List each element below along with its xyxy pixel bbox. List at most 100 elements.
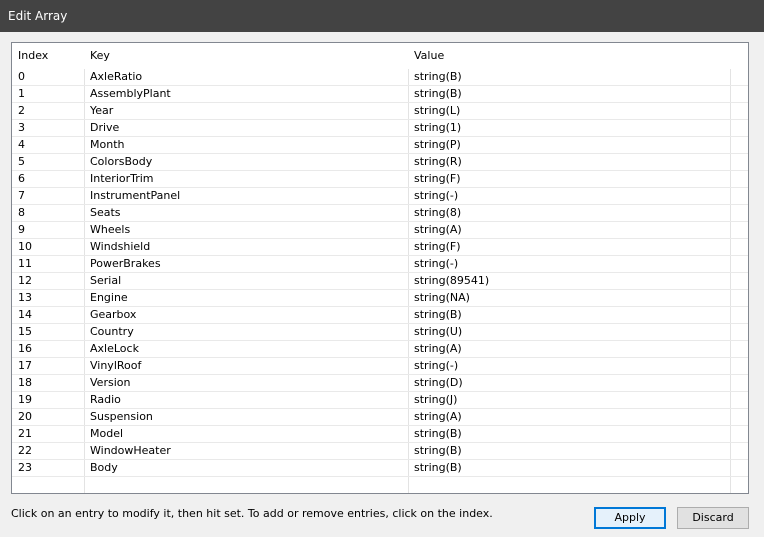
column-header-index[interactable]: Index — [12, 43, 84, 69]
key-cell[interactable]: Drive — [84, 120, 408, 136]
index-cell[interactable]: 16 — [12, 341, 84, 357]
value-cell[interactable]: string(A) — [408, 341, 730, 357]
key-cell[interactable]: InteriorTrim — [84, 171, 408, 187]
title-bar[interactable]: Edit Array — [0, 0, 764, 32]
index-cell[interactable]: 6 — [12, 171, 84, 187]
key-cell[interactable]: Year — [84, 103, 408, 119]
table-row[interactable]: 23 Body string(B) — [12, 460, 748, 477]
key-cell[interactable]: Gearbox — [84, 307, 408, 323]
index-cell[interactable]: 20 — [12, 409, 84, 425]
table-row[interactable]: 22 WindowHeater string(B) — [12, 443, 748, 460]
value-cell[interactable]: string(A) — [408, 222, 730, 238]
index-cell[interactable]: 11 — [12, 256, 84, 272]
value-cell[interactable]: string(-) — [408, 256, 730, 272]
key-cell[interactable]: AxleRatio — [84, 69, 408, 85]
table-row[interactable]: 11 PowerBrakes string(-) — [12, 256, 748, 273]
index-cell[interactable]: 10 — [12, 239, 84, 255]
table-row[interactable]: 1 AssemblyPlant string(B) — [12, 86, 748, 103]
table-row[interactable]: 19 Radio string(J) — [12, 392, 748, 409]
key-cell[interactable]: PowerBrakes — [84, 256, 408, 272]
apply-button[interactable]: Apply — [594, 507, 666, 529]
table-row[interactable]: 15 Country string(U) — [12, 324, 748, 341]
table-row[interactable]: 14 Gearbox string(B) — [12, 307, 748, 324]
value-cell[interactable]: string(B) — [408, 443, 730, 459]
array-grid[interactable]: Index Key Value 0 AxleRatio string(B) 1 Asse… — [11, 42, 749, 494]
table-row[interactable]: 10 Windshield string(F) — [12, 239, 748, 256]
key-cell[interactable]: WindowHeater — [84, 443, 408, 459]
table-row[interactable]: 9 Wheels string(A) — [12, 222, 748, 239]
key-cell[interactable]: InstrumentPanel — [84, 188, 408, 204]
value-cell[interactable]: string(-) — [408, 188, 730, 204]
index-cell[interactable]: 2 — [12, 103, 84, 119]
table-row[interactable]: 21 Model string(B) — [12, 426, 748, 443]
index-cell[interactable]: 22 — [12, 443, 84, 459]
table-row[interactable]: 3 Drive string(1) — [12, 120, 748, 137]
key-cell[interactable]: ColorsBody — [84, 154, 408, 170]
table-row[interactable]: 12 Serial string(89541) — [12, 273, 748, 290]
table-row[interactable]: 4 Month string(P) — [12, 137, 748, 154]
table-row[interactable]: 8 Seats string(8) — [12, 205, 748, 222]
table-row[interactable]: 17 VinylRoof string(-) — [12, 358, 748, 375]
column-header-key[interactable]: Key — [84, 43, 408, 69]
index-cell[interactable]: 3 — [12, 120, 84, 136]
value-cell[interactable]: string(U) — [408, 324, 730, 340]
key-cell[interactable]: Body — [84, 460, 408, 476]
key-cell[interactable]: Version — [84, 375, 408, 391]
key-cell[interactable]: Windshield — [84, 239, 408, 255]
index-cell[interactable]: 8 — [12, 205, 84, 221]
value-cell[interactable]: string(L) — [408, 103, 730, 119]
value-cell[interactable]: string(A) — [408, 409, 730, 425]
value-cell[interactable]: string(R) — [408, 154, 730, 170]
value-cell[interactable]: string(B) — [408, 426, 730, 442]
value-cell[interactable]: string(B) — [408, 69, 730, 85]
key-cell[interactable]: AxleLock — [84, 341, 408, 357]
discard-button[interactable]: Discard — [677, 507, 749, 529]
value-cell[interactable]: string(-) — [408, 358, 730, 374]
index-cell[interactable]: 0 — [12, 69, 84, 85]
index-cell[interactable]: 18 — [12, 375, 84, 391]
key-cell[interactable]: AssemblyPlant — [84, 86, 408, 102]
table-row[interactable]: 0 AxleRatio string(B) — [12, 69, 748, 86]
value-cell[interactable]: string(89541) — [408, 273, 730, 289]
key-cell[interactable]: Suspension — [84, 409, 408, 425]
table-row[interactable]: 7 InstrumentPanel string(-) — [12, 188, 748, 205]
index-cell[interactable]: 21 — [12, 426, 84, 442]
value-cell[interactable]: string(8) — [408, 205, 730, 221]
column-header-value[interactable]: Value — [408, 43, 730, 69]
key-cell[interactable]: Radio — [84, 392, 408, 408]
value-cell[interactable]: string(B) — [408, 86, 730, 102]
key-cell[interactable]: Country — [84, 324, 408, 340]
table-row[interactable]: 6 InteriorTrim string(F) — [12, 171, 748, 188]
index-cell[interactable]: 13 — [12, 290, 84, 306]
key-cell[interactable]: Month — [84, 137, 408, 153]
table-row[interactable]: 13 Engine string(NA) — [12, 290, 748, 307]
index-cell[interactable]: 4 — [12, 137, 84, 153]
value-cell[interactable]: string(F) — [408, 171, 730, 187]
index-cell[interactable]: 1 — [12, 86, 84, 102]
value-cell[interactable]: string(B) — [408, 460, 730, 476]
index-cell[interactable]: 17 — [12, 358, 84, 374]
key-cell[interactable]: Wheels — [84, 222, 408, 238]
table-row[interactable]: 5 ColorsBody string(R) — [12, 154, 748, 171]
value-cell[interactable]: string(J) — [408, 392, 730, 408]
key-cell[interactable]: Engine — [84, 290, 408, 306]
index-cell[interactable]: 5 — [12, 154, 84, 170]
index-cell[interactable]: 9 — [12, 222, 84, 238]
value-cell[interactable]: string(1) — [408, 120, 730, 136]
value-cell[interactable]: string(NA) — [408, 290, 730, 306]
index-cell[interactable]: 23 — [12, 460, 84, 476]
value-cell[interactable]: string(D) — [408, 375, 730, 391]
key-cell[interactable]: Serial — [84, 273, 408, 289]
index-cell[interactable]: 12 — [12, 273, 84, 289]
value-cell[interactable]: string(F) — [408, 239, 730, 255]
value-cell[interactable]: string(B) — [408, 307, 730, 323]
key-cell[interactable]: Model — [84, 426, 408, 442]
key-cell[interactable]: Seats — [84, 205, 408, 221]
key-cell[interactable]: VinylRoof — [84, 358, 408, 374]
index-cell[interactable]: 19 — [12, 392, 84, 408]
index-cell[interactable]: 7 — [12, 188, 84, 204]
value-cell[interactable]: string(P) — [408, 137, 730, 153]
table-row[interactable]: 20 Suspension string(A) — [12, 409, 748, 426]
table-row[interactable]: 18 Version string(D) — [12, 375, 748, 392]
table-row[interactable]: 16 AxleLock string(A) — [12, 341, 748, 358]
